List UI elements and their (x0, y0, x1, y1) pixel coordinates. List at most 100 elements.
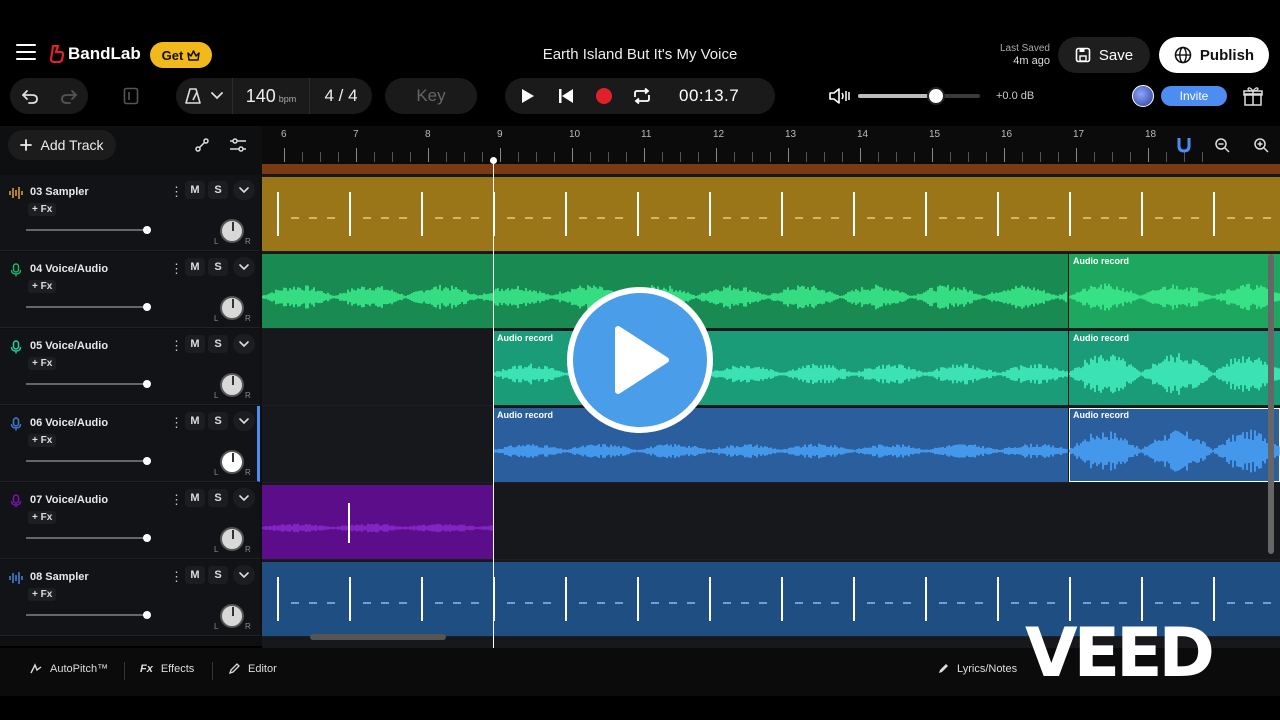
add-fx-button[interactable]: + Fx (28, 434, 57, 447)
solo-button[interactable]: S (208, 489, 228, 507)
track-volume-knob[interactable] (143, 611, 151, 619)
metronome-toggle[interactable] (176, 88, 232, 104)
video-play-button[interactable] (567, 287, 713, 433)
audio-region[interactable] (262, 485, 493, 559)
track-header[interactable]: 03 Sampler ⋮ M S + Fx L R (0, 175, 260, 251)
mute-button[interactable]: M (185, 566, 205, 584)
solo-button[interactable]: S (208, 566, 228, 584)
solo-button[interactable]: S (208, 258, 228, 276)
track-name[interactable]: 04 Voice/Audio (30, 263, 108, 275)
pan-knob[interactable] (220, 219, 244, 243)
track-options-icon[interactable]: ⋮ (170, 415, 183, 431)
track-expand-button[interactable] (233, 411, 255, 431)
redo-icon[interactable] (60, 88, 78, 104)
zoom-in-icon[interactable] (1250, 134, 1272, 156)
magnet-icon[interactable] (1173, 134, 1195, 156)
solo-button[interactable]: S (208, 181, 228, 199)
autopitch-button[interactable]: AutoPitch™ (30, 663, 108, 675)
automation-icon[interactable] (189, 132, 215, 158)
snap-icon[interactable] (116, 84, 146, 108)
pan-knob[interactable] (220, 373, 244, 397)
track-lane[interactable] (262, 176, 1280, 252)
audio-region[interactable]: Audio record (1069, 254, 1280, 328)
editor-button[interactable]: Editor (228, 663, 277, 675)
track-options-icon[interactable]: ⋮ (170, 261, 183, 277)
solo-button[interactable]: S (208, 412, 228, 430)
track-volume-slider[interactable] (26, 611, 151, 619)
track-options-icon[interactable]: ⋮ (170, 338, 183, 354)
horizontal-scrollbar[interactable] (310, 634, 446, 640)
track-volume-knob[interactable] (143, 457, 151, 465)
timeline-lanes[interactable]: Audio record Audio record Audio record Audi… (262, 164, 1280, 648)
track-volume-slider[interactable] (26, 534, 151, 542)
track-name[interactable]: 05 Voice/Audio (30, 340, 108, 352)
tempo-field[interactable]: 140 bpm (232, 78, 310, 114)
track-header[interactable]: 08 Sampler ⋮ M S + Fx L R (0, 560, 260, 636)
return-to-start-button[interactable] (547, 78, 585, 114)
track-volume-slider[interactable] (26, 457, 151, 465)
track-volume-knob[interactable] (143, 380, 151, 388)
track-name[interactable]: 08 Sampler (30, 571, 89, 583)
track-volume-slider[interactable] (26, 380, 151, 388)
track-volume-slider[interactable] (26, 226, 151, 234)
mixer-icon[interactable] (225, 132, 251, 158)
project-title[interactable]: Earth Island But It's My Voice (440, 46, 840, 63)
track-options-icon[interactable]: ⋮ (170, 184, 183, 200)
track-options-icon[interactable]: ⋮ (170, 569, 183, 585)
vertical-scrollbar[interactable] (1268, 254, 1274, 554)
add-fx-button[interactable]: + Fx (28, 588, 57, 601)
menu-icon[interactable] (16, 44, 36, 60)
slider-knob[interactable] (927, 87, 946, 105)
track-header[interactable]: 07 Voice/Audio ⋮ M S + Fx L R (0, 483, 260, 559)
pan-knob[interactable] (220, 296, 244, 320)
audio-region[interactable]: Audio record (1069, 408, 1280, 482)
track-header[interactable]: 06 Voice/Audio ⋮ M S + Fx L R (0, 406, 260, 482)
add-fx-button[interactable]: + Fx (28, 280, 57, 293)
play-button[interactable] (509, 78, 547, 114)
gift-icon[interactable] (1242, 86, 1264, 106)
playhead[interactable] (493, 160, 494, 648)
pan-knob[interactable] (220, 604, 244, 628)
timeline-ruler[interactable]: 6 7 8 9 10 11 12 13 14 15 16 17 18 (262, 126, 1280, 164)
track-lane[interactable]: Audio record Audio record (262, 407, 1280, 483)
add-track-button[interactable]: Add Track (8, 130, 116, 160)
mute-button[interactable]: M (185, 412, 205, 430)
effects-button[interactable]: Fx Effects (140, 663, 194, 675)
mute-button[interactable]: M (185, 181, 205, 199)
mute-button[interactable]: M (185, 335, 205, 353)
publish-button[interactable]: Publish (1159, 37, 1269, 73)
loop-button[interactable] (623, 78, 661, 114)
audio-region[interactable] (262, 177, 1280, 251)
lyrics-notes-button[interactable]: Lyrics/Notes (937, 663, 1017, 675)
track-expand-button[interactable] (233, 180, 255, 200)
track-name[interactable]: 03 Sampler (30, 186, 89, 198)
playhead-handle[interactable] (490, 157, 497, 164)
track-expand-button[interactable] (233, 334, 255, 354)
track-name[interactable]: 07 Voice/Audio (30, 494, 108, 506)
pan-knob[interactable] (220, 527, 244, 551)
track-volume-slider[interactable] (26, 303, 151, 311)
track-options-icon[interactable]: ⋮ (170, 492, 183, 508)
speaker-icon[interactable] (828, 86, 850, 106)
track-lane[interactable]: Audio record (262, 253, 1280, 329)
get-membership-button[interactable]: Get (150, 42, 212, 68)
pan-knob[interactable] (220, 450, 244, 474)
mute-button[interactable]: M (185, 489, 205, 507)
avatar[interactable] (1132, 85, 1154, 107)
audio-region[interactable]: Audio record (1069, 331, 1280, 405)
track-lane[interactable] (262, 484, 1280, 560)
add-fx-button[interactable]: + Fx (28, 203, 57, 216)
track-volume-knob[interactable] (143, 303, 151, 311)
track-volume-knob[interactable] (143, 534, 151, 542)
track-expand-button[interactable] (233, 488, 255, 508)
time-signature[interactable]: 4 / 4 (310, 86, 372, 106)
track-header[interactable]: 04 Voice/Audio ⋮ M S + Fx L R (0, 252, 260, 328)
track-expand-button[interactable] (233, 257, 255, 277)
track-expand-button[interactable] (233, 565, 255, 585)
undo-icon[interactable] (21, 88, 39, 104)
bandlab-logo[interactable]: BandLab (50, 44, 141, 64)
solo-button[interactable]: S (208, 335, 228, 353)
track-volume-knob[interactable] (143, 226, 151, 234)
save-button[interactable]: Save (1058, 37, 1150, 73)
mute-button[interactable]: M (185, 258, 205, 276)
